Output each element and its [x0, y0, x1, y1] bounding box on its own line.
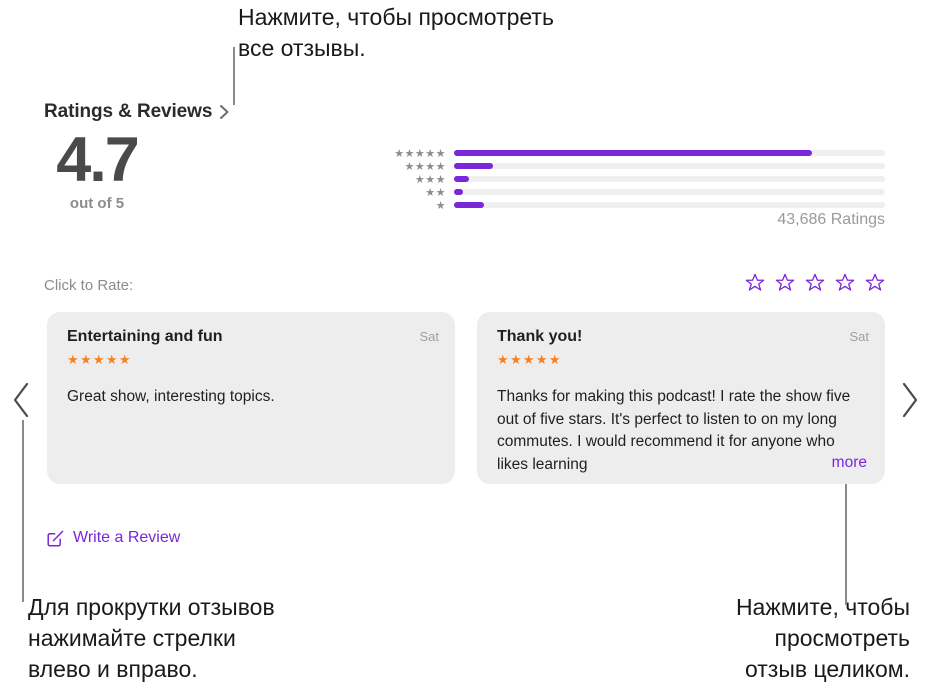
histogram-row-stars-label: ★★★	[414, 172, 446, 186]
star-outline-icon[interactable]	[805, 273, 825, 293]
review-card[interactable]: Thank you! Sat ★★★★★ Thanks for making t…	[477, 312, 885, 484]
histogram-row: ★★	[388, 186, 885, 198]
histogram-row-fill	[454, 202, 485, 208]
histogram-row-stars-label: ★★★★	[404, 159, 446, 173]
review-card-header: Entertaining and fun Sat	[67, 328, 439, 346]
histogram-row-stars-label: ★★★★★	[394, 146, 446, 160]
histogram-row-fill	[454, 189, 463, 195]
more-link[interactable]: more	[819, 454, 867, 472]
histogram-row-fill	[454, 163, 493, 169]
histogram-row-track	[454, 163, 885, 169]
carousel-next-arrow[interactable]	[897, 381, 921, 419]
review-date: Sat	[419, 329, 439, 344]
average-score-block: 4.7 out of 5	[41, 128, 153, 212]
review-body-text: Great show, interesting topics.	[67, 388, 275, 405]
average-score-outof-label: out of 5	[69, 195, 125, 212]
review-date: Sat	[849, 329, 869, 344]
histogram-row: ★★★	[388, 173, 885, 185]
review-star-rating: ★★★★★	[497, 353, 562, 368]
rating-distribution-histogram: ★★★★★ ★★★★ ★★★ ★★ ★	[388, 147, 885, 212]
review-card[interactable]: Entertaining and fun Sat ★★★★★ Great sho…	[47, 312, 455, 484]
write-a-review-button[interactable]: Write a Review	[47, 529, 180, 547]
average-score-value: 4.7	[56, 125, 140, 195]
star-outline-icon[interactable]	[865, 273, 885, 293]
histogram-row-track	[454, 202, 885, 208]
carousel-previous-arrow[interactable]	[10, 381, 34, 419]
chevron-right-icon[interactable]	[219, 104, 230, 120]
histogram-row: ★★★★	[388, 160, 885, 172]
review-star-rating: ★★★★★	[67, 353, 132, 368]
ratings-and-reviews-panel: Ratings & Reviews 4.7 out of 5 ★★★★★ ★★★★…	[0, 0, 931, 700]
star-outline-icon[interactable]	[745, 273, 765, 293]
histogram-row-stars-label: ★	[435, 198, 446, 212]
review-body-text: Thanks for making this podcast! I rate t…	[497, 388, 851, 473]
histogram-row-track	[454, 189, 885, 195]
histogram-row-track	[454, 176, 885, 182]
histogram-row: ★	[388, 199, 885, 211]
ratings-count-label: 43,686 Ratings	[777, 211, 885, 228]
star-outline-icon[interactable]	[775, 273, 795, 293]
page-title: Ratings & Reviews	[44, 101, 213, 122]
click-to-rate-stars[interactable]	[745, 273, 885, 293]
review-card-header: Thank you! Sat	[497, 328, 869, 346]
histogram-row: ★★★★★	[388, 147, 885, 159]
histogram-row-fill	[454, 176, 470, 182]
click-to-rate-label: Click to Rate:	[44, 277, 134, 294]
review-title: Thank you!	[497, 328, 583, 345]
write-a-review-label: Write a Review	[73, 529, 181, 546]
ratings-and-reviews-header[interactable]: Ratings & Reviews	[44, 101, 230, 123]
compose-icon	[47, 530, 64, 547]
histogram-row-track	[454, 150, 885, 156]
histogram-row-fill	[454, 150, 812, 156]
star-outline-icon[interactable]	[835, 273, 855, 293]
histogram-row-stars-label: ★★	[425, 185, 446, 199]
review-title: Entertaining and fun	[67, 328, 223, 345]
